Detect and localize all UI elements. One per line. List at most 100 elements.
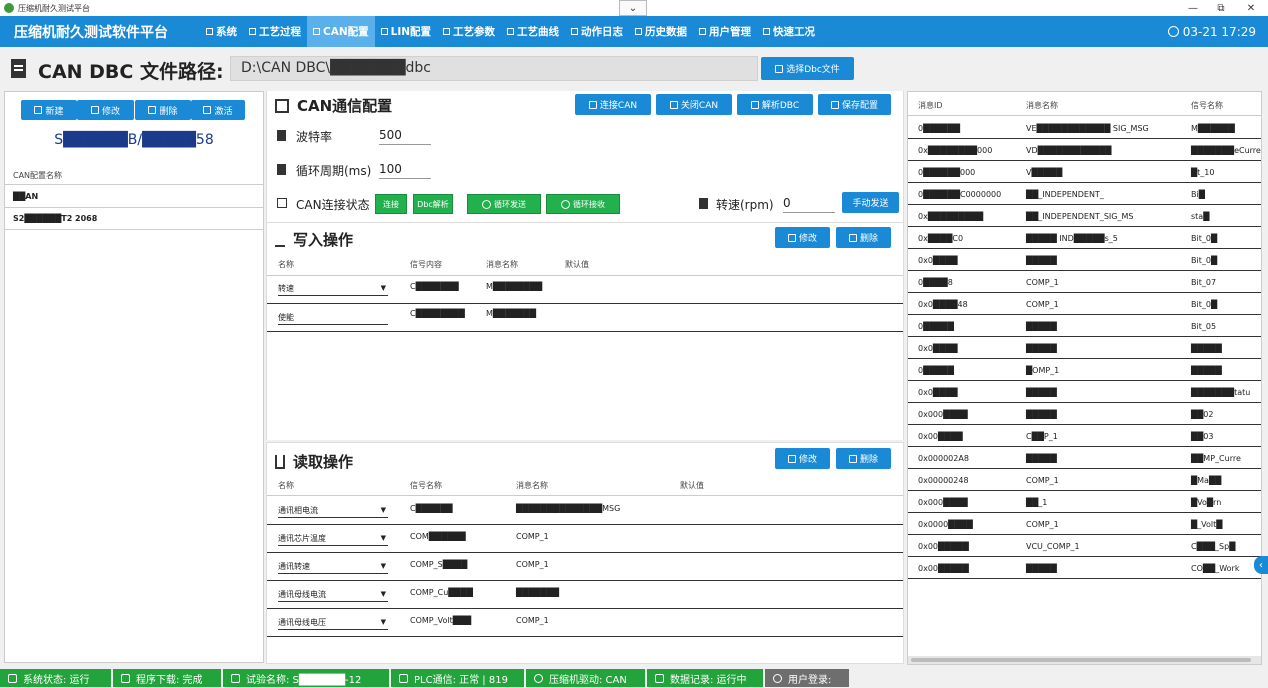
signal-name-cell: Bi█ bbox=[1191, 190, 1205, 199]
dbc-parse-status-indicator[interactable]: Dbc解析 bbox=[413, 194, 453, 214]
nav-user-mgmt[interactable]: 用户管理 bbox=[693, 16, 757, 47]
chevron-down-icon[interactable]: ⌄ bbox=[619, 0, 647, 16]
nav-process-curve[interactable]: 工艺曲线 bbox=[501, 16, 565, 47]
status-plc: PLC通信: 正常 | 819 bbox=[391, 669, 524, 687]
table-row[interactable]: 0x000002A8 █████ ██MP_Curre bbox=[908, 447, 1261, 469]
table-row[interactable]: 0██████000 V█████ █t_10 bbox=[908, 161, 1261, 183]
connect-can-button[interactable]: 连接CAN bbox=[575, 94, 651, 115]
read-col-name: 名称 bbox=[278, 481, 294, 490]
nav-quick-mode[interactable]: 快速工况 bbox=[757, 16, 821, 47]
close-button[interactable]: ✕ bbox=[1236, 0, 1266, 16]
manual-send-button[interactable]: 手动发送 bbox=[842, 192, 899, 213]
message-name-cell: █OMP_1 bbox=[1026, 366, 1060, 375]
write-operation-card: 写入操作 修改 删除 名称 信号内容 消息名称 默认值 转速 ▼ C███████… bbox=[266, 222, 904, 440]
nav-history[interactable]: 历史数据 bbox=[629, 16, 693, 47]
table-row[interactable]: 0x█████████ ██_INDEPENDENT_SIG_MS sta█ bbox=[908, 205, 1261, 227]
can-config-card: CAN通信配置 连接CAN 关闭CAN 解析DBC 保存配置 波特率 500 循… bbox=[266, 91, 904, 222]
close-can-button[interactable]: 关闭CAN bbox=[656, 94, 732, 115]
table-row[interactable]: 0x████C0 █████ IND█████s_5 Bit_0█ bbox=[908, 227, 1261, 249]
horizontal-scrollbar[interactable] bbox=[908, 656, 1261, 664]
read-delete-button[interactable]: 删除 bbox=[836, 448, 891, 469]
message-name-cell: COMP_1 bbox=[1026, 476, 1059, 485]
config-list-item[interactable]: S2██████T2 2068 bbox=[5, 208, 263, 230]
message-name-cell: █████ bbox=[1026, 388, 1057, 397]
table-row[interactable]: 0x00000248 COMP_1 █Ma██ bbox=[908, 469, 1261, 491]
table-row[interactable]: 0██████C0000000 ██_INDEPENDENT_ Bi█ bbox=[908, 183, 1261, 205]
cycle-input[interactable]: 100 bbox=[379, 162, 431, 179]
delete-button[interactable]: 删除 bbox=[135, 100, 191, 120]
message-name-cell: VCU_COMP_1 bbox=[1026, 542, 1080, 551]
signal-name-cell: Bit_0█ bbox=[1191, 256, 1218, 265]
status-icon bbox=[277, 198, 287, 208]
table-row[interactable]: 0x00█████ VCU_COMP_1 C███_Sp█ bbox=[908, 535, 1261, 557]
chevron-left-icon[interactable]: ‹ bbox=[1254, 556, 1268, 574]
write-row-name-select[interactable]: 转速 ▼ bbox=[278, 280, 388, 296]
read-row-name-select[interactable]: 通讯母线电流 ▼ bbox=[278, 586, 388, 602]
write-row-message: M████████ bbox=[486, 282, 543, 291]
message-id-cell: 0x████████000 bbox=[918, 146, 993, 155]
table-row[interactable]: 0█████ █OMP_1 █████ bbox=[908, 359, 1261, 381]
read-row-name-select[interactable]: 通讯转速 ▼ bbox=[278, 558, 388, 574]
chevron-down-icon: ▼ bbox=[380, 534, 386, 542]
nav-can-config[interactable]: CAN配置 bbox=[307, 16, 375, 47]
read-row-signal: C██████ bbox=[410, 504, 453, 513]
table-row[interactable]: 0x00█████ █████ CO██_Work bbox=[908, 557, 1261, 579]
activate-button[interactable]: 激活 bbox=[191, 100, 245, 120]
connect-status-indicator[interactable]: 连接 bbox=[375, 194, 407, 214]
table-row[interactable]: 0█████ █████ Bit_05 bbox=[908, 315, 1261, 337]
row-divider bbox=[267, 552, 903, 553]
read-row-name-select[interactable]: 通讯芯片温度 ▼ bbox=[278, 530, 388, 546]
message-id-cell: 0x0████ bbox=[918, 388, 958, 397]
write-row-name-select[interactable]: 使能 bbox=[278, 309, 388, 325]
message-id-cell: 0x000████ bbox=[918, 498, 968, 507]
choose-dbc-button[interactable]: 选择Dbc文件 bbox=[761, 57, 854, 80]
write-edit-button[interactable]: 修改 bbox=[775, 227, 830, 248]
read-edit-button[interactable]: 修改 bbox=[775, 448, 830, 469]
table-row[interactable]: 0x0████48 COMP_1 Bit_0█ bbox=[908, 293, 1261, 315]
message-name-cell: VD████████████ bbox=[1026, 146, 1112, 155]
read-row-signal: COMP_S████ bbox=[410, 560, 468, 569]
message-id-cell: 0█████ bbox=[918, 322, 954, 331]
message-id-cell: 0█████ bbox=[918, 366, 954, 375]
nav-action-log[interactable]: 动作日志 bbox=[565, 16, 629, 47]
table-row[interactable]: 0x0████ █████ Bit_0█ bbox=[908, 249, 1261, 271]
edit-button[interactable]: 修改 bbox=[77, 100, 134, 120]
scrollbar-thumb[interactable] bbox=[911, 658, 1251, 662]
table-row[interactable]: 0x000████ █████ ██02 bbox=[908, 403, 1261, 425]
table-row[interactable]: 0x0████ █████ ███████tatu bbox=[908, 381, 1261, 403]
table-row[interactable]: 0x████████000 VD████████████ ███████eCurre bbox=[908, 139, 1261, 161]
nav-system[interactable]: 系统 bbox=[200, 16, 243, 47]
read-row-name-select[interactable]: 通讯母线电压 ▼ bbox=[278, 614, 388, 630]
read-col-signal: 信号名称 bbox=[410, 481, 442, 490]
loop-send-button[interactable]: 循环发送 bbox=[467, 194, 541, 214]
message-name-cell: █████ bbox=[1026, 564, 1057, 573]
table-row[interactable]: 0x00████ C██P_1 ██03 bbox=[908, 425, 1261, 447]
menu-icon bbox=[763, 28, 771, 35]
table-row[interactable]: 0x000████ ██_1 █Vo█rn bbox=[908, 491, 1261, 513]
table-row[interactable]: 0████8 COMP_1 Bit_07 bbox=[908, 271, 1261, 293]
config-list-item[interactable]: ██AN bbox=[5, 186, 263, 208]
circle-icon bbox=[534, 673, 543, 683]
parse-dbc-button[interactable]: 解析DBC bbox=[737, 94, 813, 115]
table-row[interactable]: 0x0000████ COMP_1 █_Volt█ bbox=[908, 513, 1261, 535]
restore-button[interactable]: ⧉ bbox=[1206, 0, 1236, 16]
message-name-cell: █████ IND█████s_5 bbox=[1026, 234, 1118, 243]
minimize-button[interactable]: — bbox=[1178, 0, 1208, 16]
save-config-button[interactable]: 保存配置 bbox=[818, 94, 891, 115]
table-row[interactable]: 0x0████ █████ █████ bbox=[908, 337, 1261, 359]
dbc-path-input[interactable]: D:\CAN DBC\███████dbc bbox=[230, 56, 758, 81]
table-row[interactable]: 0██████ VE████████████ SIG_MSG M██████ bbox=[908, 117, 1261, 139]
nav-process[interactable]: 工艺过程 bbox=[243, 16, 307, 47]
loop-receive-button[interactable]: 循环接收 bbox=[546, 194, 620, 214]
baud-input[interactable]: 500 bbox=[379, 128, 431, 145]
nav-process-params[interactable]: 工艺参数 bbox=[437, 16, 501, 47]
write-col-name: 名称 bbox=[278, 260, 294, 269]
read-row-name-select[interactable]: 通讯相电流 ▼ bbox=[278, 502, 388, 518]
speed-input[interactable]: 0 bbox=[783, 196, 835, 213]
menu-icon bbox=[507, 28, 515, 35]
plus-icon bbox=[34, 106, 43, 114]
new-button[interactable]: 新建 bbox=[21, 100, 77, 120]
nav-lin-config[interactable]: LIN配置 bbox=[375, 16, 437, 47]
write-delete-button[interactable]: 删除 bbox=[836, 227, 891, 248]
write-row-signal: C███████ bbox=[410, 282, 459, 291]
